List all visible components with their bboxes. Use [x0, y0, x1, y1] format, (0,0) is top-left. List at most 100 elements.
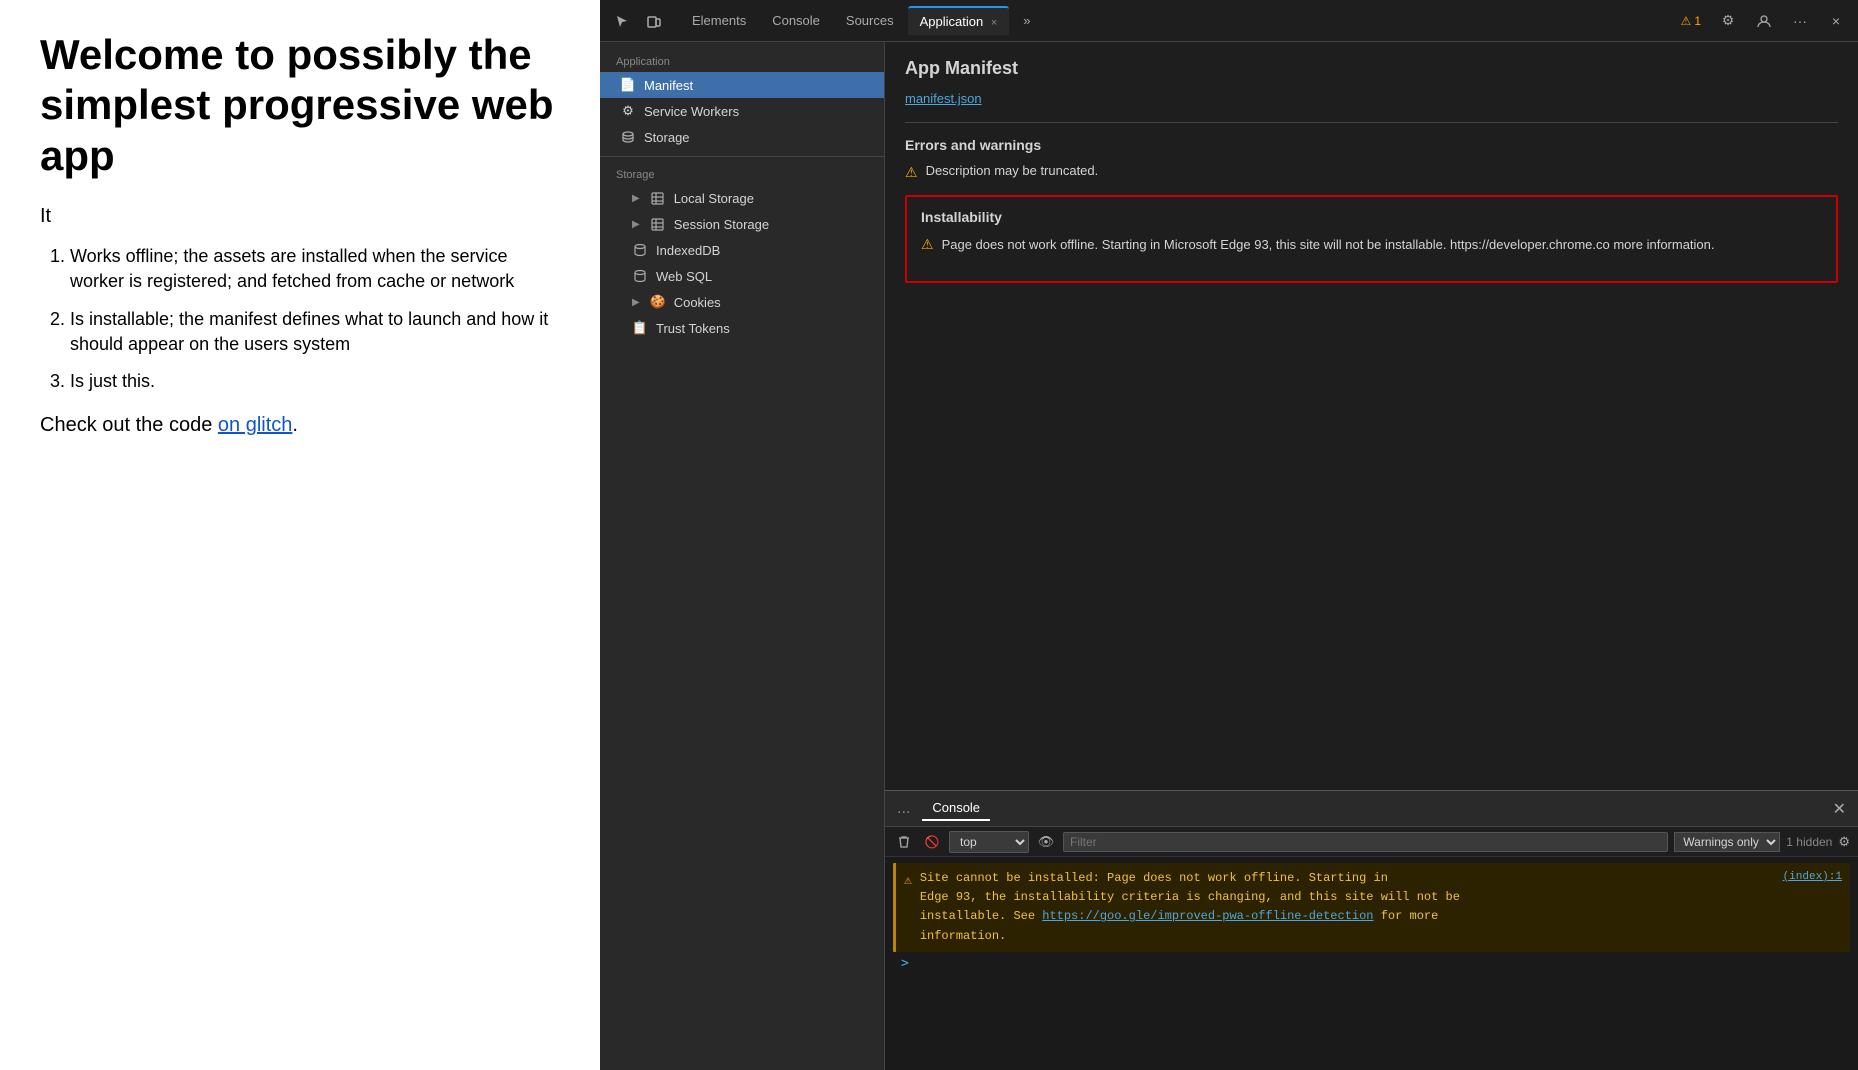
console-msg-line2: Edge 93, the installability criteria is … — [920, 888, 1842, 907]
warning-description-text: Description may be truncated. — [926, 163, 1099, 178]
warning-description: ⚠ Description may be truncated. — [905, 163, 1838, 181]
webpage-panel: Welcome to possibly the simplest progres… — [0, 0, 600, 1070]
console-topbar: ... Console ✕ — [885, 791, 1858, 827]
triangle-icon-3: ▶ — [632, 297, 640, 308]
storage-icon — [620, 129, 636, 145]
sidebar-item-storage[interactable]: Storage — [600, 124, 884, 150]
warning-icon-1: ⚠ — [905, 164, 918, 181]
list-item-3: Is just this. — [70, 369, 560, 394]
console-body: ⚠ Site cannot be installed: Page does no… — [885, 857, 1858, 1070]
list-item-2: Is installable; the manifest defines wha… — [70, 307, 560, 357]
sidebar-application-label: Application — [600, 50, 884, 72]
devtools-sidebar: Application 📄 Manifest ⚙ Service Workers… — [600, 42, 885, 1070]
warning-badge[interactable]: ⚠ 1 — [1676, 12, 1706, 30]
devtools-topbar-right: ⚠ 1 ⚙ ··· × — [1676, 7, 1850, 35]
warning-triangle-icon: ⚠ — [1681, 14, 1692, 28]
list-item-1: Works offline; the assets are installed … — [70, 244, 560, 294]
console-section: ... Console ✕ 🚫 top 👁 Warnings only — [885, 790, 1858, 1070]
indexeddb-label: IndexedDB — [656, 243, 720, 258]
tab-console[interactable]: Console — [760, 7, 832, 34]
log-level-select[interactable]: Warnings only — [1674, 832, 1780, 852]
app-panel-content: Application 📄 Manifest ⚙ Service Workers… — [600, 42, 1858, 1070]
intro-text: It — [40, 205, 560, 228]
tab-elements[interactable]: Elements — [680, 7, 758, 34]
devtools-panel: Elements Console Sources Application × »… — [600, 0, 1858, 1070]
web-sql-label: Web SQL — [656, 269, 712, 284]
indexeddb-icon — [632, 242, 648, 258]
console-msg-line1: Site cannot be installed: Page does not … — [920, 869, 1842, 888]
devtools-topbar: Elements Console Sources Application × »… — [600, 0, 1858, 42]
devtools-top-icons — [608, 7, 668, 35]
sidebar-storage-section-label: Storage — [600, 163, 884, 185]
sidebar-manifest-label: Manifest — [644, 78, 693, 93]
sidebar-item-manifest[interactable]: 📄 Manifest — [600, 72, 884, 98]
console-prompt[interactable]: > — [893, 952, 1850, 975]
console-filter-input[interactable] — [1063, 832, 1668, 852]
cursor-icon-btn[interactable] — [608, 7, 636, 35]
installability-warning: ⚠ Page does not work offline. Starting i… — [921, 235, 1822, 255]
console-dots[interactable]: ... — [893, 800, 914, 818]
more-options-icon-btn[interactable]: ··· — [1786, 7, 1814, 35]
sidebar-item-local-storage[interactable]: ▶ Local Storage — [600, 185, 884, 211]
sidebar-item-trust-tokens[interactable]: 📋 Trust Tokens — [600, 315, 884, 341]
console-warning-icon: ⚠ — [904, 871, 912, 892]
console-message-text: Site cannot be installed: Page does not … — [920, 869, 1842, 946]
eye-icon-btn[interactable]: 👁 — [1035, 831, 1057, 853]
console-close-btn[interactable]: ✕ — [1829, 795, 1850, 823]
tab-more[interactable]: » — [1011, 7, 1042, 34]
console-tab[interactable]: Console — [922, 796, 990, 821]
console-line-ref[interactable]: (index):1 — [1783, 869, 1842, 888]
trust-tokens-icon: 📋 — [632, 320, 648, 336]
warning-icon-2: ⚠ — [921, 236, 934, 253]
console-warning-message: ⚠ Site cannot be installed: Page does no… — [893, 863, 1850, 952]
main-content: App Manifest manifest.json Errors and wa… — [885, 42, 1858, 1070]
sidebar-service-workers-label: Service Workers — [644, 104, 739, 119]
sidebar-item-session-storage[interactable]: ▶ Session Storage — [600, 211, 884, 237]
manifest-json-link[interactable]: manifest.json — [905, 91, 1838, 106]
close-icon-btn[interactable]: × — [1822, 7, 1850, 35]
console-msg-line3: installable. See https://goo.gle/improve… — [920, 907, 1842, 926]
page-heading: Welcome to possibly the simplest progres… — [40, 30, 560, 181]
console-toolbar: 🚫 top 👁 Warnings only 1 hidden ⚙ — [885, 827, 1858, 857]
errors-section: Errors and warnings ⚠ Description may be… — [905, 122, 1838, 181]
glitch-link[interactable]: on glitch — [218, 414, 293, 436]
tab-close-icon[interactable]: × — [991, 17, 997, 29]
local-storage-label: Local Storage — [674, 191, 754, 206]
cookies-icon: 🍪 — [650, 294, 666, 310]
sidebar-item-cookies[interactable]: ▶ 🍪 Cookies — [600, 289, 884, 315]
cookies-label: Cookies — [674, 295, 721, 310]
console-gear-icon[interactable]: ⚙ — [1838, 834, 1850, 850]
devtools-tabs: Elements Console Sources Application × » — [680, 6, 1676, 35]
triangle-icon: ▶ — [632, 193, 640, 204]
sidebar-item-service-workers[interactable]: ⚙ Service Workers — [600, 98, 884, 124]
errors-heading: Errors and warnings — [905, 137, 1838, 153]
profile-icon-btn[interactable] — [1750, 7, 1778, 35]
sidebar-divider — [600, 156, 884, 157]
triangle-icon-2: ▶ — [632, 219, 640, 230]
session-storage-label: Session Storage — [674, 217, 769, 232]
installability-title: Installability — [921, 209, 1822, 225]
hidden-badge: 1 hidden — [1786, 835, 1832, 849]
session-storage-icon — [650, 216, 666, 232]
filter-console-btn[interactable]: 🚫 — [921, 831, 943, 853]
service-workers-icon: ⚙ — [620, 103, 636, 119]
app-manifest-title: App Manifest — [905, 58, 1838, 79]
frame-selector[interactable]: top — [949, 831, 1029, 853]
app-manifest-panel: App Manifest manifest.json Errors and wa… — [885, 42, 1858, 790]
console-msg-line5: information. — [920, 927, 1842, 946]
feature-list: Works offline; the assets are installed … — [70, 244, 560, 394]
console-url-link[interactable]: https://goo.gle/improved-pwa-offline-det… — [1042, 909, 1373, 923]
local-storage-icon — [650, 190, 666, 206]
footer-text: Check out the code on glitch. — [40, 414, 560, 437]
installability-box: Installability ⚠ Page does not work offl… — [905, 195, 1838, 283]
tab-application[interactable]: Application × — [908, 6, 1010, 35]
manifest-icon: 📄 — [620, 77, 636, 93]
sidebar-item-web-sql[interactable]: Web SQL — [600, 263, 884, 289]
settings-icon-btn[interactable]: ⚙ — [1714, 7, 1742, 35]
sidebar-storage-label: Storage — [644, 130, 690, 145]
device-icon-btn[interactable] — [640, 7, 668, 35]
sidebar-item-indexeddb[interactable]: IndexedDB — [600, 237, 884, 263]
tab-sources[interactable]: Sources — [834, 7, 906, 34]
clear-console-btn[interactable] — [893, 831, 915, 853]
web-sql-icon — [632, 268, 648, 284]
